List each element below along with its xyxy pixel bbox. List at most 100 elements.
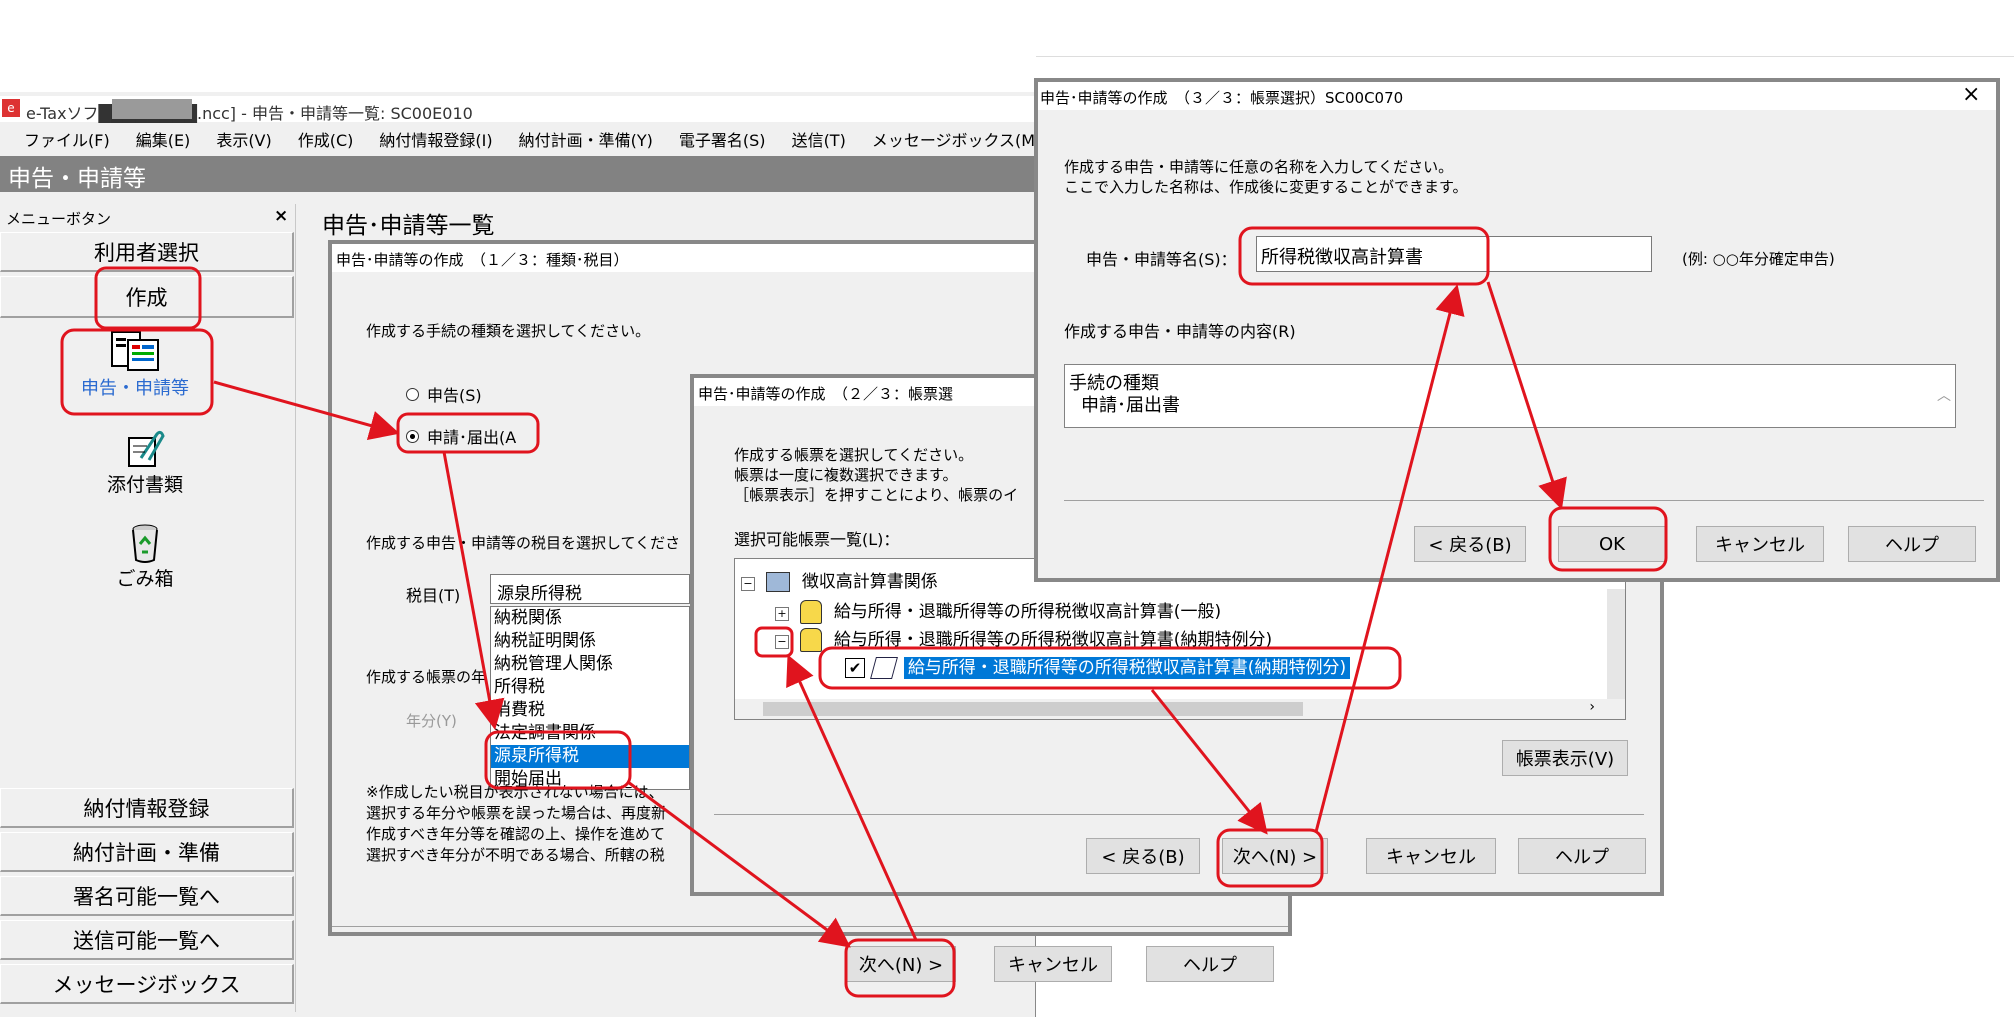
tax-option[interactable]: 消費税 <box>491 699 689 722</box>
dialog-step3-title: 申告･申請等の作成 （３／３：帳票選択）SC00C070 <box>1040 89 1404 107</box>
menu-item[interactable]: 電子署名(S) <box>679 131 766 150</box>
collapse-icon[interactable]: − <box>775 635 789 649</box>
hand-icon <box>800 628 823 652</box>
scroll-thumb[interactable] <box>763 702 1303 716</box>
sidebar-button-payment-info[interactable]: 納付情報登録 <box>0 788 294 828</box>
radio-label: 申告(S) <box>427 386 482 405</box>
sidebar-item-trash[interactable]: ごみ箱 <box>80 522 210 594</box>
sidebar-item-label: 添付書類 <box>106 474 183 496</box>
tax-select[interactable]: 源泉所得税 <box>490 574 690 604</box>
menu-item[interactable]: 作成(C) <box>298 131 354 150</box>
sidebar-button-label: 送信可能一覧へ <box>73 928 220 953</box>
dialog-step3-ok-button[interactable]: OK <box>1558 526 1666 562</box>
note-line: 選択する年分や帳票を誤った場合は、再度新 <box>366 804 667 822</box>
radio-shinkoku[interactable]: 申告(S) <box>406 382 482 406</box>
radio-shinsei[interactable]: 申請･届出(A <box>406 424 516 448</box>
sidebar-button-user-select[interactable]: 利用者選択 <box>0 232 294 272</box>
note-line: 選択すべき年分が不明である場合、所轄の税 <box>366 846 665 864</box>
section-title: 申告・申請等 <box>8 166 146 192</box>
tree-scrollbar-vertical[interactable] <box>1607 589 1625 699</box>
sidebar-button-payment-plan[interactable]: 納付計画・準備 <box>0 832 294 872</box>
radio-off-icon <box>406 388 419 401</box>
dialog-step3-prompt-1: 作成する申告・申請等に任意の名称を入力してください。 <box>1064 158 1454 176</box>
tree-node-label: 給与所得・退職所得等の所得税徴収高計算書(一般) <box>833 602 1222 622</box>
tree-node-label: 給与所得・退職所得等の所得税徴収高計算書(納期特例分) <box>833 630 1273 650</box>
menu-item[interactable]: 納付情報登録(I) <box>379 131 492 150</box>
dialog-step2-title: 申告･申請等の作成 （２／３：帳票選 <box>698 385 954 403</box>
sidebar-item-shinkoku[interactable]: 申告・申請等 <box>60 330 210 404</box>
dialog-step1-next-button[interactable]: 次へ(N) > <box>846 946 956 982</box>
tax-option[interactable]: 納税関係 <box>491 607 689 630</box>
sidebar-button-label: 作成 <box>125 285 168 310</box>
name-label: 申告・申請等名(S)： <box>1086 250 1237 269</box>
dialog-step2-back-button[interactable]: < 戻る(B) <box>1086 838 1200 874</box>
dialog-step3-title-bar: 申告･申請等の作成 （３／３：帳票選択）SC00C070 × <box>1038 82 1996 110</box>
sidebar-header: メニューボタン <box>6 210 112 228</box>
tree-node-special[interactable]: − 給与所得・退職所得等の所得税徴収高計算書(納期特例分) <box>775 625 1272 652</box>
dialog-step1-notes: ※作成したい税目が表示されない場合には、 選択する年分や帳票を誤った場合は、再度新… <box>366 782 666 866</box>
tax-option[interactable]: 納税証明関係 <box>491 630 689 653</box>
tree-node-child[interactable]: ✔ 給与所得・退職所得等の所得税徴収高計算書(納期特例分) <box>845 653 1351 679</box>
tax-label: 税目(T) <box>406 586 461 605</box>
book-icon <box>766 572 791 592</box>
checkbox-checked-icon[interactable]: ✔ <box>845 658 865 678</box>
sidebar-button-message-box[interactable]: メッセージボックス <box>0 964 294 1004</box>
redaction-block <box>112 99 192 119</box>
view-form-button[interactable]: 帳票表示(V) <box>1502 740 1628 776</box>
close-icon[interactable]: × <box>1962 82 1980 107</box>
dialog-step2-cancel-button[interactable]: キャンセル <box>1366 838 1496 874</box>
dialog-step2-next-button[interactable]: 次へ(N) > <box>1222 838 1328 874</box>
tax-option[interactable]: 所得税 <box>491 676 689 699</box>
sidebar-button-sendable-list[interactable]: 送信可能一覧へ <box>0 920 294 960</box>
dialog-step1-cancel-button[interactable]: キャンセル <box>994 946 1112 982</box>
menu-item[interactable]: メッセージボックス(M) <box>872 131 1042 150</box>
sidebar-button-signable-list[interactable]: 署名可能一覧へ <box>0 876 294 916</box>
dialog-step3-back-button[interactable]: < 戻る(B) <box>1414 526 1526 562</box>
menu-item[interactable]: 納付計画・準備(Y) <box>519 131 653 150</box>
sidebar-item-attachments[interactable]: 添付書類 <box>80 428 210 500</box>
menu-item[interactable]: ファイル(F) <box>24 131 110 150</box>
dialog-step2-prompt-1: 作成する帳票を選択してください。 <box>734 446 974 464</box>
paperclip-icon <box>128 430 165 467</box>
content-textarea[interactable]: 手続の種類 申請･届出書 ︿ <box>1064 364 1956 428</box>
dialog-step3-shadow-top <box>1036 56 2014 57</box>
menu-item[interactable]: 編集(E) <box>136 131 191 150</box>
sidebar-close-button[interactable]: × <box>274 206 288 226</box>
sidebar-button-label: 利用者選択 <box>94 240 199 265</box>
tax-dropdown-list[interactable]: 納税関係 納税証明関係 納税管理人関係 所得税 消費税 法定調書関係 源泉所得税 開始届出 <box>490 606 690 790</box>
prompt-procedure-type: 作成する手続の種類を選択してください。 <box>366 322 651 340</box>
menu-item[interactable]: 送信(T) <box>792 131 846 150</box>
menu-item[interactable]: 表示(V) <box>216 131 271 150</box>
tree-node-root[interactable]: − 徴収高計算書関係 <box>741 567 938 592</box>
scroll-right-icon[interactable]: › <box>1589 699 1595 715</box>
form-tree[interactable]: − 徴収高計算書関係 + 給与所得・退職所得等の所得税徴収高計算書(一般) − … <box>734 558 1626 720</box>
content-line: 申請･届出書 <box>1081 395 1180 416</box>
dialog-step3-cancel-button[interactable]: キャンセル <box>1696 526 1824 562</box>
tax-option[interactable]: 源泉所得税 <box>491 745 689 768</box>
name-input[interactable]: 所得税徴収高計算書 <box>1256 236 1652 272</box>
tree-scrollbar-horizontal[interactable]: › <box>735 699 1625 719</box>
tree-node-general[interactable]: + 給与所得・退職所得等の所得税徴収高計算書(一般) <box>775 597 1221 624</box>
sidebar-item-label: 申告・申請等 <box>81 378 189 399</box>
tax-select-value: 源泉所得税 <box>497 584 582 604</box>
main-title-bar: e e-Taxソフ████████.ncc] - 申告・申請等一覧: SC00E… <box>0 96 1036 123</box>
tree-node-label-selected: 給与所得・退職所得等の所得税徴収高計算書(納期特例分) <box>903 657 1351 679</box>
tax-option[interactable]: 法定調書関係 <box>491 722 689 745</box>
prompt-form-year: 作成する帳票の年 <box>366 668 487 686</box>
collapse-icon[interactable]: − <box>741 577 755 591</box>
tax-option[interactable]: 納税管理人関係 <box>491 653 689 676</box>
dialog-step1-help-button[interactable]: ヘルプ <box>1146 946 1274 982</box>
dialog-step3-separator <box>1064 500 1984 501</box>
scroll-up-icon[interactable]: ︿ <box>1937 385 1951 405</box>
sidebar-item-label: ごみ箱 <box>116 568 174 590</box>
sidebar-button-create[interactable]: 作成 <box>0 276 294 318</box>
dialog-step1-title: 申告･申請等の作成 （１／３：種類･税目） <box>336 251 629 269</box>
content-label: 作成する申告・申請等の内容(R) <box>1064 322 1296 341</box>
tree-node-label: 徴収高計算書関係 <box>801 572 938 592</box>
dialog-step3-help-button[interactable]: ヘルプ <box>1848 526 1976 562</box>
dialog-step3-prompt-2: ここで入力した名称は、作成後に変更することができます。 <box>1064 178 1468 196</box>
dialog-step2-help-button[interactable]: ヘルプ <box>1518 838 1646 874</box>
expand-icon[interactable]: + <box>775 607 789 621</box>
name-input-value: 所得税徴収高計算書 <box>1261 247 1423 268</box>
form-list-label: 選択可能帳票一覧(L)： <box>734 530 900 549</box>
